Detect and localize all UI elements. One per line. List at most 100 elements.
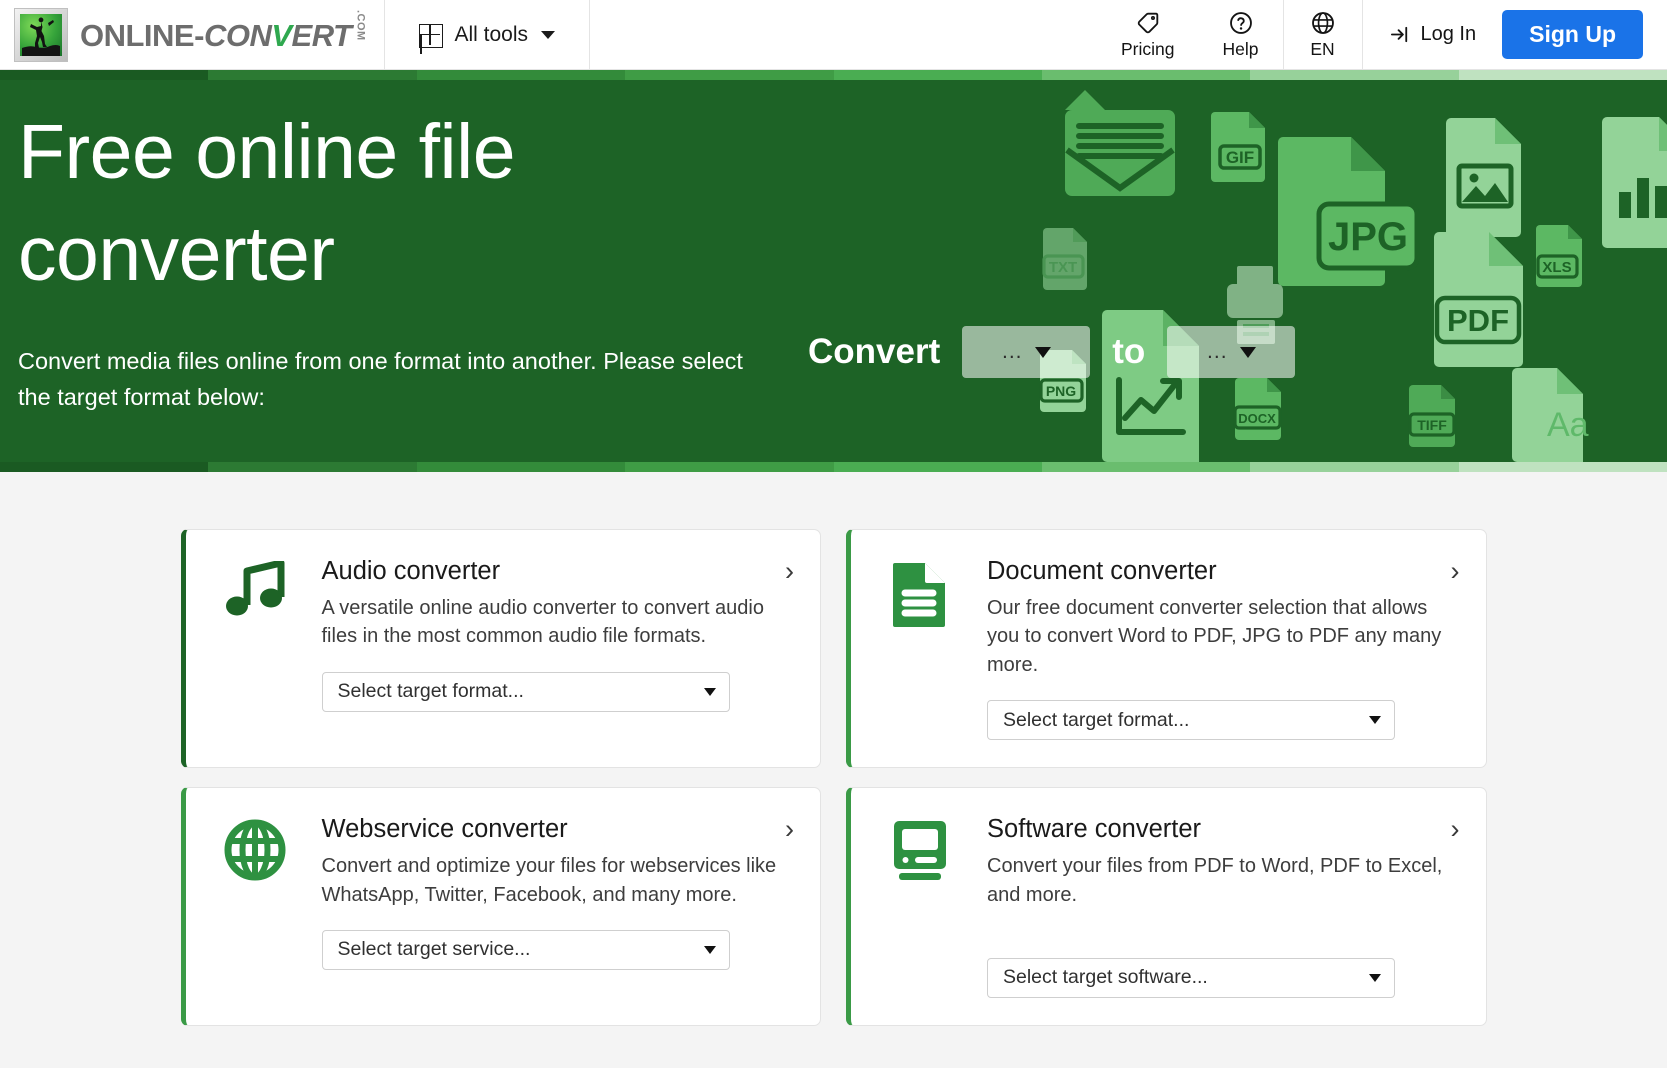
all-tools-label: All tools bbox=[454, 23, 528, 47]
stripe-segment-1 bbox=[208, 462, 416, 472]
logo-text-tld: .COM bbox=[354, 10, 366, 41]
card-arrow-icon[interactable]: › bbox=[785, 816, 794, 843]
select-value: Select target format... bbox=[338, 680, 524, 703]
hero-title: Free online file converter bbox=[18, 102, 798, 305]
source-format-select[interactable]: ... bbox=[962, 326, 1090, 378]
login-label: Log In bbox=[1421, 23, 1477, 46]
card-body: Audio converter A versatile online audio… bbox=[322, 557, 791, 740]
target-format-select[interactable]: ... bbox=[1167, 326, 1295, 378]
audio-target-format-select[interactable]: Select target format... bbox=[322, 672, 730, 712]
hero-title-line1: Free online file bbox=[18, 102, 798, 204]
card-description: A versatile online audio converter to co… bbox=[322, 594, 791, 651]
stripe-segment-3 bbox=[625, 70, 833, 80]
card-arrow-icon[interactable]: › bbox=[1451, 558, 1460, 585]
card-software-converter[interactable]: Software converter Convert your files fr… bbox=[846, 787, 1487, 1026]
card-description: Convert and optimize your files for webs… bbox=[322, 852, 791, 909]
stripe-segment-2 bbox=[417, 70, 625, 80]
help-link[interactable]: Help bbox=[1199, 0, 1283, 69]
txt-file-icon: TXT bbox=[1043, 228, 1087, 290]
chevron-down-icon bbox=[1035, 347, 1051, 358]
card-title: Software converter bbox=[987, 815, 1456, 844]
hero-subtitle: Convert media files online from one form… bbox=[18, 344, 758, 415]
stripe-segment-1 bbox=[208, 70, 416, 80]
card-description: Convert your files from PDF to Word, PDF… bbox=[987, 852, 1456, 909]
logo-text-dash: - bbox=[194, 18, 204, 54]
hero-illustration: GIF JPG XL bbox=[987, 80, 1667, 462]
stripe-segment-6 bbox=[1250, 462, 1458, 472]
logo-text-con: CON bbox=[204, 18, 271, 54]
card-title: Audio converter bbox=[322, 557, 791, 586]
logo-wordmark: ONLINE-CONVERT .COM bbox=[80, 15, 366, 54]
svg-text:Aa: Aa bbox=[1547, 406, 1589, 444]
stripe-segment-5 bbox=[1042, 70, 1250, 80]
card-body: Software converter Convert your files fr… bbox=[987, 815, 1456, 998]
stripe-segment-7 bbox=[1459, 70, 1667, 80]
target-format-value: ... bbox=[1207, 348, 1228, 356]
chevron-down-icon bbox=[704, 688, 716, 696]
envelope-icon bbox=[1065, 90, 1175, 196]
card-description: Our free document converter selection th… bbox=[987, 594, 1456, 679]
question-circle-icon bbox=[1228, 10, 1254, 36]
signup-button[interactable]: Sign Up bbox=[1502, 10, 1643, 59]
chevron-down-icon bbox=[704, 946, 716, 954]
pricing-link[interactable]: Pricing bbox=[1097, 0, 1199, 69]
chevron-down-icon bbox=[1369, 716, 1381, 724]
software-target-software-select[interactable]: Select target software... bbox=[987, 958, 1395, 998]
svg-text:PDF: PDF bbox=[1447, 303, 1509, 338]
document-icon bbox=[879, 557, 961, 740]
card-audio-converter[interactable]: Audio converter A versatile online audio… bbox=[181, 529, 822, 768]
card-title: Webservice converter bbox=[322, 815, 791, 844]
card-arrow-icon[interactable]: › bbox=[785, 558, 794, 585]
language-selector[interactable]: EN bbox=[1283, 0, 1363, 69]
pricing-label: Pricing bbox=[1121, 39, 1175, 60]
stripe-segment-4 bbox=[834, 462, 1042, 472]
hero-title-line2: converter bbox=[18, 204, 798, 306]
select-value: Select target software... bbox=[1003, 966, 1208, 989]
converter-cards-grid: Audio converter A versatile online audio… bbox=[181, 529, 1487, 1026]
stripe-band-top bbox=[0, 70, 1667, 80]
svg-text:DOCX: DOCX bbox=[1238, 411, 1276, 426]
logo-text-v: V bbox=[271, 18, 291, 54]
stripe-segment-0 bbox=[0, 70, 208, 80]
card-webservice-converter[interactable]: Webservice converter Convert and optimiz… bbox=[181, 787, 822, 1026]
card-document-converter[interactable]: Document converter Our free document con… bbox=[846, 529, 1487, 768]
globe-icon bbox=[214, 815, 296, 998]
card-body: Webservice converter Convert and optimiz… bbox=[322, 815, 791, 998]
chevron-down-icon bbox=[541, 31, 555, 39]
image-file-icon bbox=[1446, 118, 1521, 237]
logo-text-ert: ERT bbox=[292, 18, 352, 54]
language-label: EN bbox=[1310, 39, 1334, 60]
all-tools-menu[interactable]: All tools bbox=[384, 0, 590, 69]
docx-file-icon: DOCX bbox=[1235, 378, 1281, 440]
card-arrow-icon[interactable]: › bbox=[1451, 816, 1460, 843]
help-label: Help bbox=[1223, 39, 1259, 60]
chart-file-icon bbox=[1602, 117, 1667, 248]
card-title: Document converter bbox=[987, 557, 1456, 586]
main-content: Audio converter A versatile online audio… bbox=[0, 472, 1667, 1068]
stripe-band-bottom bbox=[0, 462, 1667, 472]
site-header: ONLINE-CONVERT .COM All tools Pricing He… bbox=[0, 0, 1667, 70]
svg-text:TIFF: TIFF bbox=[1417, 417, 1447, 433]
header-actions: Pricing Help EN Log In Si bbox=[1097, 0, 1667, 69]
stripe-segment-7 bbox=[1459, 462, 1667, 472]
gif-file-icon: GIF bbox=[1211, 112, 1265, 182]
document-target-format-select[interactable]: Select target format... bbox=[987, 700, 1395, 740]
login-button[interactable]: Log In bbox=[1363, 0, 1503, 69]
hero-convert-widget: Convert ... to ... bbox=[808, 326, 1295, 378]
logo[interactable]: ONLINE-CONVERT .COM bbox=[0, 0, 384, 69]
logo-mark-icon bbox=[14, 8, 68, 62]
xls-file-icon: XLS bbox=[1536, 225, 1582, 287]
stripe-segment-0 bbox=[0, 462, 208, 472]
to-label: to bbox=[1112, 332, 1145, 372]
jpg-file-icon: JPG bbox=[1278, 137, 1417, 286]
svg-text:GIF: GIF bbox=[1226, 148, 1254, 167]
header-spacer bbox=[590, 0, 1097, 69]
hero-section: GIF JPG XL bbox=[0, 80, 1667, 462]
music-note-icon bbox=[214, 557, 296, 740]
grid-icon bbox=[419, 24, 441, 46]
stripe-segment-6 bbox=[1250, 70, 1458, 80]
spacer bbox=[987, 909, 1456, 937]
pdf-file-icon: PDF bbox=[1434, 232, 1523, 367]
webservice-target-service-select[interactable]: Select target service... bbox=[322, 930, 730, 970]
card-body: Document converter Our free document con… bbox=[987, 557, 1456, 740]
